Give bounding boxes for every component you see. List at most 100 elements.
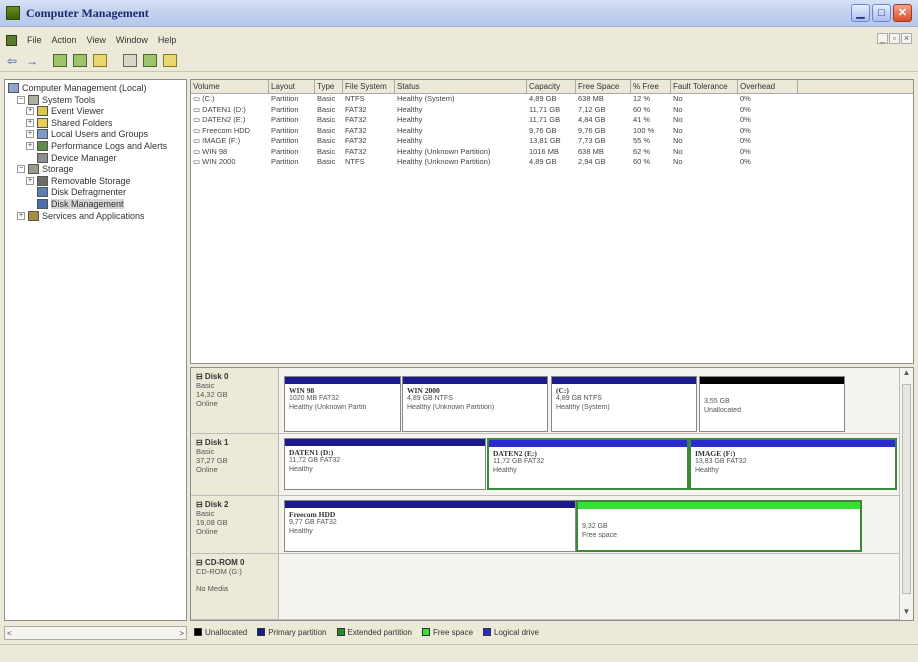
partition-block[interactable]: 3,55 GB Unallocated	[699, 376, 845, 432]
child-close-button[interactable]: ×	[901, 33, 912, 44]
disk-name: ⊟ Disk 2	[196, 500, 229, 509]
tree-node[interactable]: + Shared Folders	[26, 117, 113, 128]
table-row[interactable]: ▭ DATEN1 (D:) Partition Basic FAT32 Healthy 1…	[191, 105, 913, 116]
event-viewer-icon	[37, 106, 48, 117]
tree-expander-icon[interactable]: +	[26, 142, 34, 150]
child-minimize-button[interactable]: _	[877, 33, 888, 44]
column-header[interactable]: Layout	[269, 80, 315, 93]
column-header[interactable]: File System	[343, 80, 395, 93]
refresh-icon[interactable]	[163, 54, 177, 67]
menu-file[interactable]: File	[27, 35, 42, 45]
disk-info[interactable]: ⊟ Disk 2 Basic 19,08 GB Online	[191, 496, 279, 553]
partition-status: Healthy (Unknown Partition)	[407, 403, 495, 411]
partition-size: 9,77 GB FAT32	[289, 519, 337, 526]
tree-node-label: System Tools	[42, 94, 96, 105]
legend-label: Extended partition	[347, 627, 413, 637]
tree-node[interactable]: Disk Management	[26, 199, 124, 209]
disk-view-vertical-scrollbar[interactable]: ▲ ▼	[899, 368, 913, 620]
disk-status: Online	[196, 527, 218, 536]
tree-node-label: Storage	[42, 164, 74, 175]
column-header[interactable]: Status	[395, 80, 527, 93]
tree-horizontal-scrollbar[interactable]: < >	[4, 626, 187, 640]
tree-node[interactable]: − Storage	[17, 164, 74, 175]
tree-node[interactable]: Disk Defragmenter	[26, 187, 126, 198]
toolbar: ⇦ →	[0, 50, 918, 72]
menu-view[interactable]: View	[87, 35, 106, 45]
partition-status: Healthy	[695, 466, 719, 474]
legend-item: Free space	[422, 628, 473, 637]
partition-block[interactable]: DATEN1 (D:) 11,72 GB FAT32 Healthy	[284, 438, 486, 490]
column-header[interactable]: Type	[315, 80, 343, 93]
disk-info[interactable]: ⊟ CD-ROM 0 CD-ROM (G:) No Media	[191, 554, 279, 619]
maximize-button[interactable]: □	[872, 4, 891, 22]
back-arrow-icon[interactable]: ⇦	[4, 53, 20, 69]
tree-expander-icon[interactable]: +	[26, 176, 34, 185]
child-restore-button[interactable]: ▫	[889, 33, 900, 44]
menu-action[interactable]: Action	[52, 35, 77, 45]
disk-view-icon[interactable]	[143, 54, 157, 67]
forward-arrow-icon[interactable]: →	[24, 53, 40, 69]
tree-expander-icon[interactable]: +	[26, 118, 34, 127]
show-hide-tree-icon[interactable]	[73, 54, 87, 67]
scrollbar-thumb[interactable]	[902, 384, 911, 594]
menu-help[interactable]: Help	[158, 35, 177, 45]
disk-info[interactable]: ⊟ Disk 1 Basic 37,27 GB Online	[191, 434, 279, 495]
partition-name: (C:)	[556, 386, 569, 395]
scroll-up-icon[interactable]: ▲	[900, 368, 913, 381]
minimize-button[interactable]: ▁	[851, 4, 870, 22]
partition-block[interactable]: WIN 2000 4,89 GB NTFS Healthy (Unknown Par…	[402, 376, 548, 432]
table-row[interactable]: ▭ IMAGE (F:) Partition Basic FAT32 Healthy 13…	[191, 136, 913, 147]
tree-expander-icon[interactable]: +	[26, 107, 34, 116]
column-header[interactable]: Fault Tolerance	[671, 80, 738, 93]
help-icon[interactable]	[123, 54, 137, 67]
column-header[interactable]: Capacity	[527, 80, 576, 93]
column-header[interactable]: Free Space	[576, 80, 631, 93]
partition-block[interactable]: (C:) 4,89 GB NTFS Healthy (System)	[551, 376, 697, 432]
tree-node[interactable]: Device Manager	[26, 152, 117, 163]
close-button[interactable]: ✕	[893, 4, 912, 22]
tree-node[interactable]: + Performance Logs and Alerts	[26, 141, 167, 151]
table-row[interactable]: ▭ Freecom HDD Partition Basic FAT32 Healthy 9…	[191, 126, 913, 137]
properties-icon[interactable]	[93, 54, 107, 67]
up-level-icon[interactable]	[53, 54, 67, 67]
tree-expander-icon[interactable]: +	[26, 130, 34, 139]
partition-block[interactable]: WIN 98 1020 MB FAT32 Healthy (Unknown Part…	[284, 376, 401, 432]
tree-node[interactable]: − System Tools	[17, 94, 96, 105]
partition-block[interactable]: 9,32 GB Free space	[576, 500, 862, 552]
scroll-down-icon[interactable]: ▼	[900, 607, 913, 620]
table-row[interactable]: ▭ WIN 2000 Partition Basic NTFS Healthy (Unk…	[191, 157, 913, 168]
table-cell: 60 %	[633, 157, 651, 166]
tree-expander-icon[interactable]: −	[17, 95, 25, 104]
tree-expander-icon[interactable]: +	[17, 211, 25, 220]
column-header[interactable]: Volume	[191, 80, 269, 93]
toolbar-separator	[44, 53, 50, 69]
tree-node[interactable]: + Event Viewer	[26, 106, 104, 117]
table-row[interactable]: ▭ (C:) Partition Basic NTFS Healthy (System)…	[191, 94, 913, 105]
partition-block[interactable]: IMAGE (F:) 13,83 GB FAT32 Healthy	[689, 438, 897, 490]
column-header[interactable]: Overhead	[738, 80, 798, 93]
tree-node[interactable]: + Local Users and Groups	[26, 129, 148, 140]
table-cell: FAT32	[345, 104, 367, 114]
disk-status: No Media	[196, 584, 229, 593]
menu-window[interactable]: Window	[116, 35, 148, 45]
partition-name: DATEN2 (E:)	[493, 449, 537, 458]
tree-node[interactable]: + Services and Applications	[17, 210, 145, 221]
partition-status: Unallocated	[704, 406, 741, 414]
scroll-left-icon[interactable]: <	[7, 629, 12, 638]
partition-block[interactable]: DATEN2 (E:) 11,72 GB FAT32 Healthy	[487, 438, 689, 490]
column-header[interactable]: % Free	[631, 80, 671, 93]
tree-node[interactable]: + Removable Storage	[26, 175, 131, 186]
partition-type-bar	[489, 440, 687, 447]
scroll-right-icon[interactable]: >	[179, 629, 184, 638]
partition-details: Freecom HDD 9,77 GB FAT32 Healthy	[285, 508, 575, 538]
tree-expander-icon[interactable]: −	[17, 165, 25, 174]
table-row[interactable]: ▭ WIN 98 Partition Basic FAT32 Healthy (Unkn…	[191, 147, 913, 158]
disk-info[interactable]: ⊟ Disk 0 Basic 14,32 GB Online	[191, 368, 279, 433]
partition-status: Healthy (System)	[556, 403, 610, 411]
tree-node[interactable]: Computer Management (Local)	[8, 83, 147, 93]
partition-status: Healthy (Unknown Partiti	[289, 403, 367, 411]
partition-size: 11,72 GB FAT32	[493, 458, 545, 465]
document-icon[interactable]	[6, 34, 17, 46]
partition-block[interactable]: Freecom HDD 9,77 GB FAT32 Healthy	[284, 500, 576, 552]
table-row[interactable]: ▭ DATEN2 (E:) Partition Basic FAT32 Healthy 1…	[191, 115, 913, 126]
